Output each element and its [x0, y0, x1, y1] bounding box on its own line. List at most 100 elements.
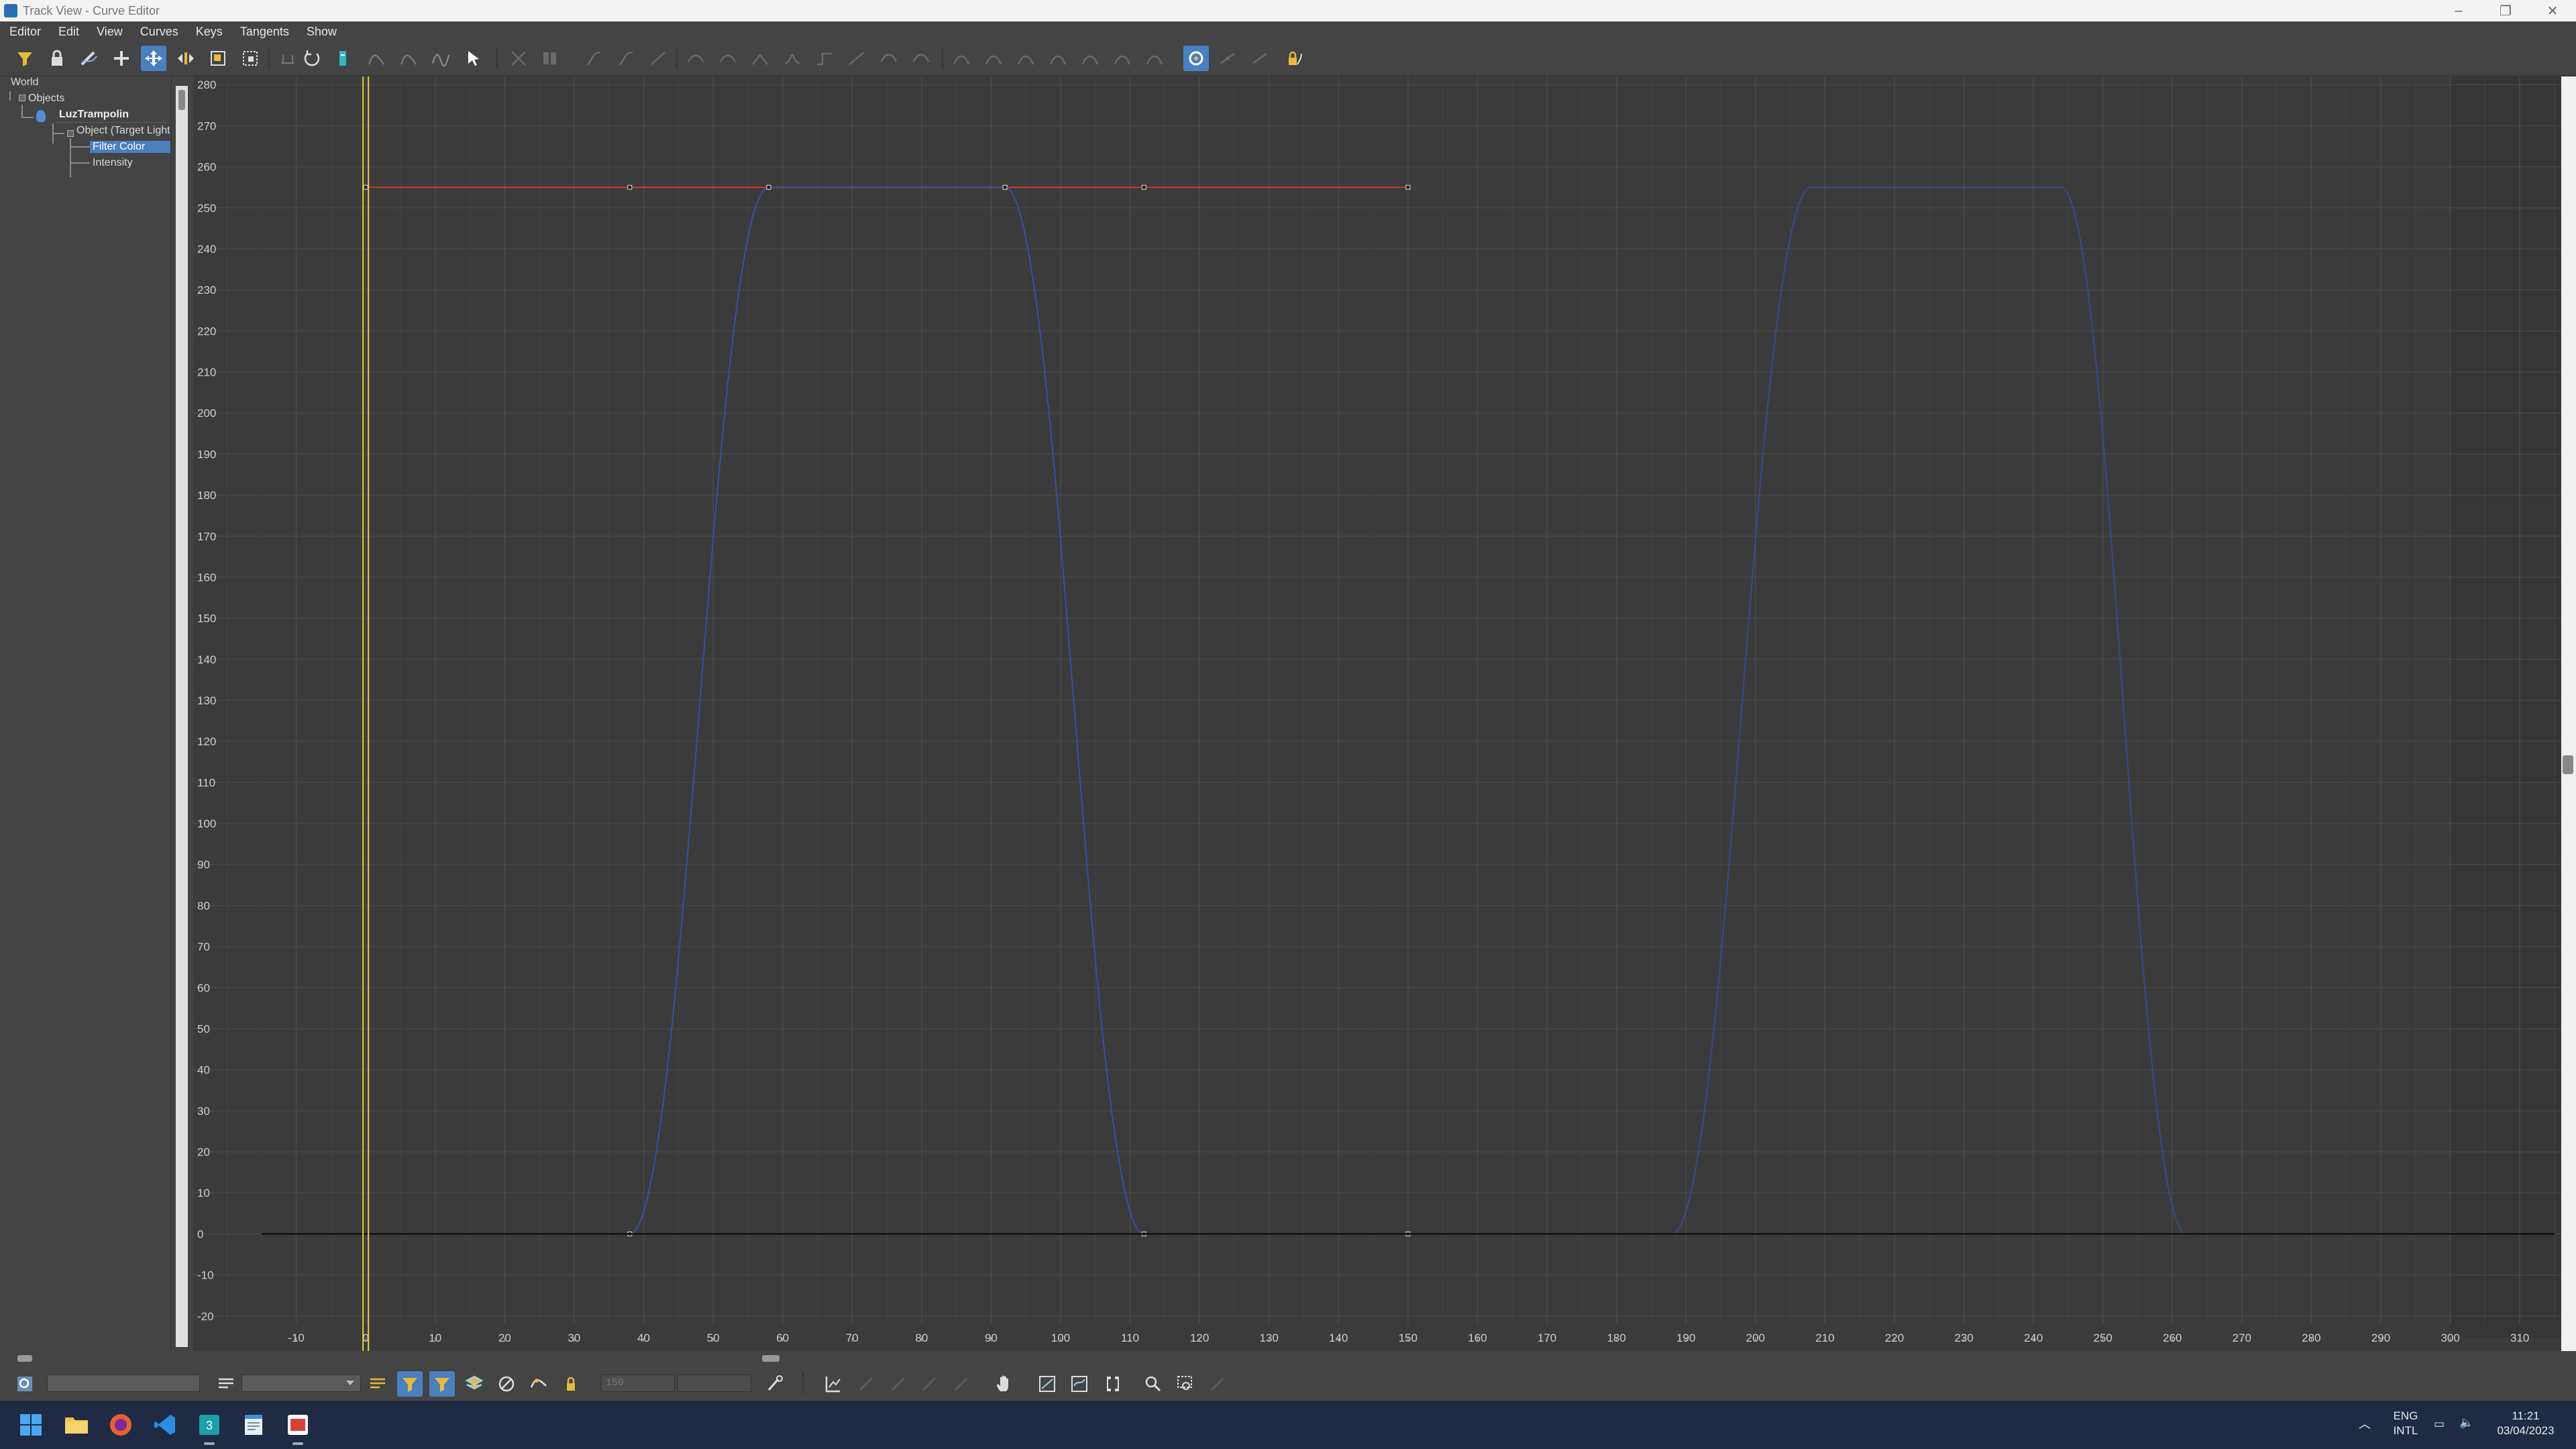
- show-curves-icon[interactable]: [526, 1371, 551, 1397]
- clock[interactable]: 11:21 03/04/2023: [2482, 1409, 2569, 1438]
- chevron-down-icon[interactable]: [346, 1381, 354, 1385]
- reverse-icon[interactable]: [299, 46, 325, 71]
- tree-expand-icon[interactable]: [19, 95, 25, 101]
- move-keys-icon[interactable]: [141, 46, 166, 71]
- show-keyable-icon[interactable]: [1183, 46, 1209, 71]
- graph-horizontal-scrollbar-thumb[interactable]: [762, 1355, 780, 1362]
- graph-vertical-scrollbar[interactable]: [2561, 76, 2576, 1351]
- isolate-curve-icon[interactable]: [1205, 1371, 1230, 1397]
- set-tangent-linear-icon[interactable]: [844, 46, 869, 71]
- scale-values-icon[interactable]: [237, 46, 263, 71]
- tree-object-target-light[interactable]: Object (Target Light: [76, 125, 170, 137]
- param-curve-out-of-range-icon[interactable]: [949, 46, 974, 71]
- menu-show[interactable]: Show: [298, 21, 345, 42]
- tree-track-filter-color[interactable]: Filter Color: [90, 141, 170, 153]
- constant-icon[interactable]: [1077, 46, 1103, 71]
- lock-curves-icon[interactable]: [558, 1371, 584, 1397]
- filter-selected-tracks-icon[interactable]: [213, 1371, 239, 1397]
- windows-start-icon[interactable]: [16, 1410, 46, 1440]
- unify-tangent-icon[interactable]: [537, 46, 562, 71]
- horizontal-scrollbar[interactable]: [0, 1351, 2576, 1366]
- zoom-icon[interactable]: [1140, 1371, 1166, 1397]
- value-field[interactable]: [678, 1375, 751, 1392]
- tree-scrollbar[interactable]: [176, 86, 188, 1347]
- network-icon[interactable]: ▭: [2434, 1417, 2445, 1432]
- filter-selected-curves-icon[interactable]: [397, 1371, 423, 1397]
- set-tangent-slow-icon[interactable]: [780, 46, 805, 71]
- snap-icon[interactable]: [275, 46, 301, 71]
- curve-graph[interactable]: -20 -10 0 10 20 30 40 50 60 70 80 90 100 110 120 130 140…: [193, 76, 2561, 1351]
- cycle-icon[interactable]: [1142, 46, 1167, 71]
- soft-select-icon[interactable]: [428, 46, 453, 71]
- graph-vertical-scrollbar-thumb[interactable]: [2563, 755, 2573, 774]
- no-layers-icon[interactable]: [494, 1371, 519, 1397]
- multiplier-curve-icon[interactable]: [613, 46, 639, 71]
- minimize-button[interactable]: –: [2435, 0, 2482, 21]
- filter-unlocked-attributes-icon[interactable]: [429, 1371, 455, 1397]
- set-tangent-smooth-icon[interactable]: [876, 46, 902, 71]
- set-tangent-auto-icon[interactable]: [683, 46, 708, 71]
- menu-view[interactable]: View: [88, 21, 131, 42]
- lock-keys-icon[interactable]: [1281, 46, 1307, 71]
- zoom-extents-value-icon[interactable]: [1067, 1371, 1092, 1397]
- loop-icon[interactable]: [1013, 46, 1038, 71]
- zoom-selected-object-icon[interactable]: [12, 1371, 38, 1397]
- menu-curves[interactable]: Curves: [131, 21, 187, 42]
- 3ds-max-icon[interactable]: 3: [195, 1410, 224, 1445]
- tree-objects[interactable]: Objects: [28, 93, 64, 105]
- filter-icon[interactable]: [12, 46, 38, 71]
- track-selection-field[interactable]: [47, 1375, 200, 1392]
- track-view-task-icon[interactable]: [283, 1410, 313, 1445]
- track-set-dropdown[interactable]: [241, 1375, 361, 1392]
- set-tangent-spline-icon[interactable]: [715, 46, 741, 71]
- tree-expand-icon[interactable]: [67, 130, 74, 137]
- volume-icon[interactable]: 🔈: [2459, 1415, 2473, 1430]
- zoom-extents-icon[interactable]: [1034, 1371, 1060, 1397]
- input-language[interactable]: ENG INTL: [2385, 1409, 2426, 1438]
- linear-icon[interactable]: [1110, 46, 1135, 71]
- key-stats-icon[interactable]: [645, 46, 671, 71]
- lock-tangents-icon[interactable]: [1248, 46, 1273, 71]
- zoom-region-select-icon[interactable]: [1173, 1371, 1198, 1397]
- zoom-value-icon[interactable]: [885, 1371, 911, 1397]
- normalize-display-icon[interactable]: [762, 1371, 788, 1397]
- menu-editor[interactable]: Editor: [4, 21, 50, 42]
- show-hidden-icons-icon[interactable]: ︿: [2359, 1417, 2371, 1432]
- show-tangents-icon[interactable]: [1216, 46, 1241, 71]
- set-tangent-fast-icon[interactable]: [747, 46, 773, 71]
- tree-track-intensity[interactable]: Intensity: [93, 157, 133, 169]
- zoom-extents-time-icon[interactable]: [1100, 1371, 1126, 1397]
- ping-pong-icon[interactable]: [981, 46, 1006, 71]
- pan-keys-icon[interactable]: [820, 1371, 845, 1397]
- select-pointer-icon[interactable]: [460, 46, 486, 71]
- retime-icon[interactable]: [364, 46, 389, 71]
- zoom-time-icon[interactable]: [853, 1371, 879, 1397]
- set-tangent-custom-icon[interactable]: [908, 46, 934, 71]
- menu-edit[interactable]: Edit: [50, 21, 88, 42]
- firefox-icon[interactable]: [106, 1410, 136, 1440]
- zoom-region-icon[interactable]: [949, 1371, 974, 1397]
- tree-object-luztrampolin[interactable]: LuzTrampolin: [59, 109, 129, 121]
- slide-keys-icon[interactable]: [173, 46, 199, 71]
- frame-field[interactable]: 150: [601, 1375, 675, 1392]
- lock-selection-icon[interactable]: [44, 46, 70, 71]
- draw-curves-icon[interactable]: [76, 46, 102, 71]
- tree-world[interactable]: World: [11, 76, 39, 89]
- zoom-time-value-icon[interactable]: [916, 1371, 942, 1397]
- tree-scrollbar-thumb[interactable]: [178, 90, 185, 110]
- tree-horizontal-scrollbar-thumb[interactable]: [17, 1355, 32, 1362]
- add-keys-icon[interactable]: [109, 46, 134, 71]
- break-tangent-icon[interactable]: [506, 46, 531, 71]
- set-tangent-step-icon[interactable]: [812, 46, 837, 71]
- relative-repeat-icon[interactable]: [1045, 46, 1071, 71]
- close-button[interactable]: ✕: [2529, 0, 2576, 21]
- filter-animated-tracks-icon[interactable]: [365, 1371, 390, 1397]
- notepad-icon[interactable]: [239, 1410, 268, 1440]
- scale-keys-icon[interactable]: [205, 46, 231, 71]
- menu-tangents[interactable]: Tangents: [231, 21, 298, 42]
- curve-tool-icon[interactable]: [396, 46, 421, 71]
- region-icon[interactable]: [331, 46, 357, 71]
- restore-button[interactable]: ❐: [2482, 0, 2529, 21]
- curve-graph-canvas[interactable]: -20 -10 0 10 20 30 40 50 60 70 80 90 100 110 120 130 140…: [193, 76, 2561, 1351]
- vscode-icon[interactable]: [150, 1410, 180, 1440]
